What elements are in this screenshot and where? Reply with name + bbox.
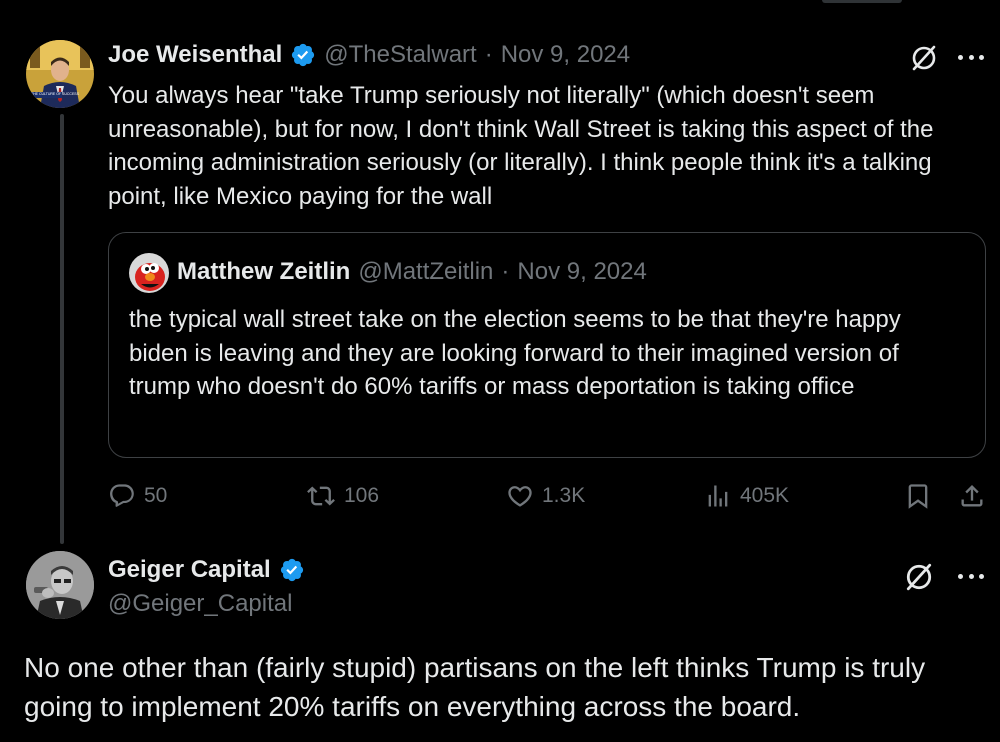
- author-name[interactable]: Joe Weisenthal: [108, 41, 282, 69]
- tweet2-text: No one other than (fairly stupid) partis…: [24, 652, 926, 722]
- tweet1-text: You always hear "take Trump seriously no…: [108, 82, 934, 210]
- views-icon: [704, 482, 732, 510]
- meta-separator: ·: [484, 41, 493, 68]
- tweet1-action-bar: 50 106 1.3K 405K: [0, 476, 1000, 516]
- views-button[interactable]: 405K: [704, 482, 789, 510]
- repost-icon: [306, 482, 336, 510]
- verified-badge-icon: [279, 557, 305, 583]
- like-icon: [506, 482, 534, 510]
- author-handle[interactable]: @Geiger_Capital: [108, 590, 292, 618]
- repost-count: 106: [344, 484, 380, 507]
- quoted-tweet-text: the typical wall street take on the elec…: [129, 306, 901, 400]
- share-icon: [958, 482, 986, 510]
- quoted-author-name[interactable]: Matthew Zeitlin: [177, 258, 350, 286]
- like-button[interactable]: 1.3K: [506, 482, 585, 510]
- avatar-matthew-zeitlin: [129, 253, 169, 293]
- avatar-caption: THE CULTURE OF SUCCESS: [31, 92, 79, 96]
- views-count: 405K: [740, 484, 790, 507]
- grok-slash-icon[interactable]: [904, 562, 932, 591]
- top-divider: [822, 0, 902, 3]
- avatar-joe-weisenthal[interactable]: THE CULTURE OF SUCCESS: [26, 40, 94, 108]
- more-icon[interactable]: [958, 53, 984, 61]
- reply-button[interactable]: 50: [108, 482, 167, 510]
- author-handle[interactable]: @TheStalwart: [324, 41, 476, 69]
- quoted-author-handle[interactable]: @MattZeitlin: [358, 258, 493, 286]
- tweet1-header: Joe Weisenthal @TheStalwart · Nov 9, 202…: [108, 40, 630, 70]
- more-icon[interactable]: [958, 572, 984, 580]
- meta-separator: ·: [501, 258, 510, 285]
- quoted-tweet-header: Matthew Zeitlin @MattZeitlin · Nov 9, 20…: [177, 258, 647, 286]
- like-count: 1.3K: [542, 484, 586, 507]
- verified-badge-icon: [290, 42, 316, 68]
- tweet-date[interactable]: Nov 9, 2024: [501, 41, 630, 69]
- bookmark-icon: [904, 482, 932, 510]
- grok-slash-icon[interactable]: [910, 44, 938, 72]
- quoted-tweet-date[interactable]: Nov 9, 2024: [517, 258, 646, 286]
- quoted-tweet-card[interactable]: Matthew Zeitlin @MattZeitlin · Nov 9, 20…: [108, 232, 986, 458]
- repost-button[interactable]: 106: [306, 482, 379, 510]
- author-name[interactable]: Geiger Capital: [108, 556, 271, 584]
- reply-icon: [108, 482, 136, 510]
- bookmark-button[interactable]: [904, 482, 932, 510]
- avatar-geiger-capital[interactable]: [26, 551, 94, 619]
- tweet2-header: Geiger Capital: [108, 556, 305, 584]
- reply-count: 50: [144, 484, 168, 507]
- share-button[interactable]: [958, 482, 986, 510]
